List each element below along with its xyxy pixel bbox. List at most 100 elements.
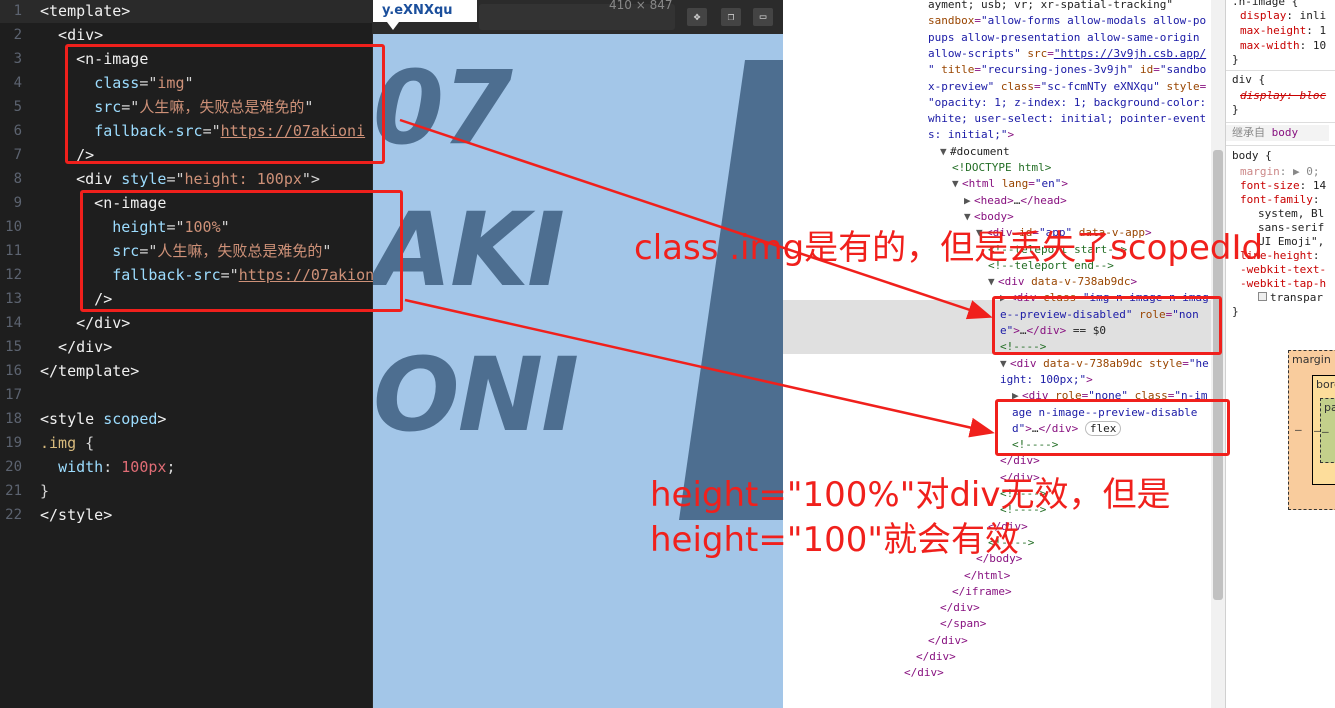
line-number: 21 <box>5 483 22 499</box>
rule-close: } <box>1232 305 1239 318</box>
line-number: 15 <box>5 339 22 355</box>
dom-node-line[interactable]: " title="recursing-jones-3v9jh" id="sand… <box>928 62 1206 78</box>
annotation-box-code-2 <box>80 190 403 312</box>
line-number: 1 <box>13 3 22 19</box>
dom-node-line[interactable]: ▶ <head>…</head> <box>964 193 1067 209</box>
line-number: 3 <box>13 51 22 67</box>
box-margin-label: margin <box>1292 353 1331 366</box>
line-number: 13 <box>5 291 22 307</box>
line-number: 4 <box>13 75 22 91</box>
preview-slash-shape <box>679 60 783 520</box>
dom-node-line[interactable]: </span> <box>940 616 986 632</box>
style-prop[interactable]: max-width: 10 <box>1240 38 1326 54</box>
code-line[interactable]: 1 <template> <box>0 0 373 23</box>
dom-node-line[interactable]: </div> <box>940 600 980 616</box>
rule-divider <box>1226 145 1335 146</box>
box-model-padding: pa – <box>1320 398 1335 463</box>
dom-node-line[interactable]: x-preview" class="sc-fcmNTy eXNXqu" styl… <box>928 79 1206 95</box>
code-text: width: 100px; <box>58 458 176 476</box>
style-prop-cont: transpar <box>1258 290 1323 306</box>
line-number: 22 <box>5 507 22 523</box>
line-number: 20 <box>5 459 22 475</box>
line-number: 9 <box>13 195 22 211</box>
dom-node-line[interactable]: ▼ <div data-v-738ab9dc> <box>988 274 1137 290</box>
move-icon[interactable]: ✥ <box>687 8 707 26</box>
rule-close: } <box>1232 53 1239 66</box>
dom-node-line[interactable]: ayment; usb; vr; xr-spatial-tracking" <box>928 0 1173 13</box>
rule-selector: div { <box>1232 73 1266 86</box>
copy-icon[interactable]: ❐ <box>721 8 741 26</box>
window-icon[interactable]: ▭ <box>753 8 773 26</box>
dom-node-line[interactable]: sandbox="allow-forms allow-modals allow-… <box>928 13 1206 29</box>
annotation-note-2-line2: height="100"就会有效 <box>650 520 1020 560</box>
line-number: 19 <box>5 435 22 451</box>
line-number: 2 <box>13 27 22 43</box>
code-text: <style scoped> <box>40 410 167 428</box>
code-text: </template> <box>40 362 140 380</box>
tooltip-label: y.eXNXqu <box>382 3 453 18</box>
annotation-box-code-1 <box>65 44 385 164</box>
rule-selector: body { <box>1232 149 1272 162</box>
code-line[interactable]: 20 width: 100px; <box>0 455 373 479</box>
code-text: } <box>40 482 50 500</box>
code-line[interactable]: 17 <box>0 383 373 407</box>
rule-divider <box>1226 70 1335 71</box>
dom-node-line[interactable]: </div> <box>916 649 956 665</box>
line-number: 12 <box>5 267 22 283</box>
box-margin-left: – <box>1295 423 1302 436</box>
dom-scrollbar-thumb[interactable] <box>1213 150 1223 600</box>
code-line[interactable]: 16 </template> <box>0 359 373 383</box>
line-number: 8 <box>13 171 22 187</box>
element-tooltip: y.eXNXqu <box>373 0 477 30</box>
dom-node-line[interactable]: </html> <box>964 568 1010 584</box>
dom-node-line[interactable]: </iframe> <box>952 584 1012 600</box>
code-text: .img { <box>40 434 95 452</box>
box-border-label: bord <box>1316 378 1335 391</box>
code-line[interactable]: 19 .img { <box>0 431 373 455</box>
style-prop[interactable]: display: inli <box>1240 8 1326 24</box>
preview-pane[interactable]: 07 AKI ONI ✥ ❐ ▭ y.eXNXqu 410 × 847 <box>373 0 783 708</box>
annotation-note-2-line1: height="100%"对div无效，但是 <box>650 475 1171 515</box>
annotation-box-dom-1 <box>992 296 1222 355</box>
dom-node-line[interactable]: <!DOCTYPE html> <box>952 160 1051 176</box>
line-number: 18 <box>5 411 22 427</box>
code-text: </style> <box>40 506 113 524</box>
rule-close: } <box>1232 103 1239 116</box>
code-line[interactable]: 21} <box>0 479 373 503</box>
dom-node-line[interactable]: </div> <box>904 665 944 681</box>
dom-node-line[interactable]: ight: 100px;"> <box>1000 372 1093 388</box>
dom-node-line[interactable]: s: initial;"> <box>928 127 1014 143</box>
dom-node-line[interactable]: pups allow-presentation allow-same-origi… <box>928 30 1200 46</box>
line-number: 5 <box>13 99 22 115</box>
code-line[interactable]: 14 </div> <box>0 311 373 335</box>
style-prop[interactable]: max-height: 1 <box>1240 23 1326 39</box>
line-number: 14 <box>5 315 22 331</box>
rule-divider <box>1226 122 1335 123</box>
code-line[interactable]: 8 <div style="height: 100px"> <box>0 167 373 191</box>
dom-node-line[interactable]: ▼ <html lang="en"> <box>952 176 1068 192</box>
annotation-note-1: class .img是有的，但是丢失了scopedId <box>634 228 1264 268</box>
style-prop-overridden[interactable]: display: bloc <box>1240 88 1326 104</box>
dom-node-line[interactable]: </div> <box>928 633 968 649</box>
code-text: <div style="height: 100px"> <box>40 170 320 188</box>
preview-dimensions: 410 × 847 <box>609 0 673 12</box>
box-padding-left: – <box>1322 425 1329 438</box>
annotation-box-dom-2 <box>995 399 1230 456</box>
line-number: 7 <box>13 147 22 163</box>
dom-node-line[interactable]: allow-scripts" src="https://3v9jh.csb.ap… <box>928 46 1206 62</box>
dom-node-line[interactable]: ▼ #document <box>940 144 1010 160</box>
dom-node-line[interactable]: white; user-select: initial; pointer-eve… <box>928 111 1206 127</box>
code-line[interactable]: 18 <style scoped> <box>0 407 373 431</box>
code-text: <template> <box>40 2 131 20</box>
dom-node-line[interactable]: ▼ <div data-v-738ab9dc style="he <box>1000 356 1209 372</box>
code-line[interactable]: 22 </style> <box>0 503 373 527</box>
code-line[interactable]: 15 </div> <box>0 335 373 359</box>
code-text: </div> <box>40 338 113 356</box>
dom-node-line[interactable]: "opacity: 1; z-index: 1; background-colo… <box>928 95 1206 111</box>
box-padding-label: pa <box>1324 401 1335 414</box>
line-number: 6 <box>13 123 22 139</box>
inherited-header: 继承自 body <box>1226 125 1329 141</box>
code-text: </div> <box>40 314 131 332</box>
line-number: 11 <box>5 243 22 259</box>
line-number: 16 <box>5 363 22 379</box>
